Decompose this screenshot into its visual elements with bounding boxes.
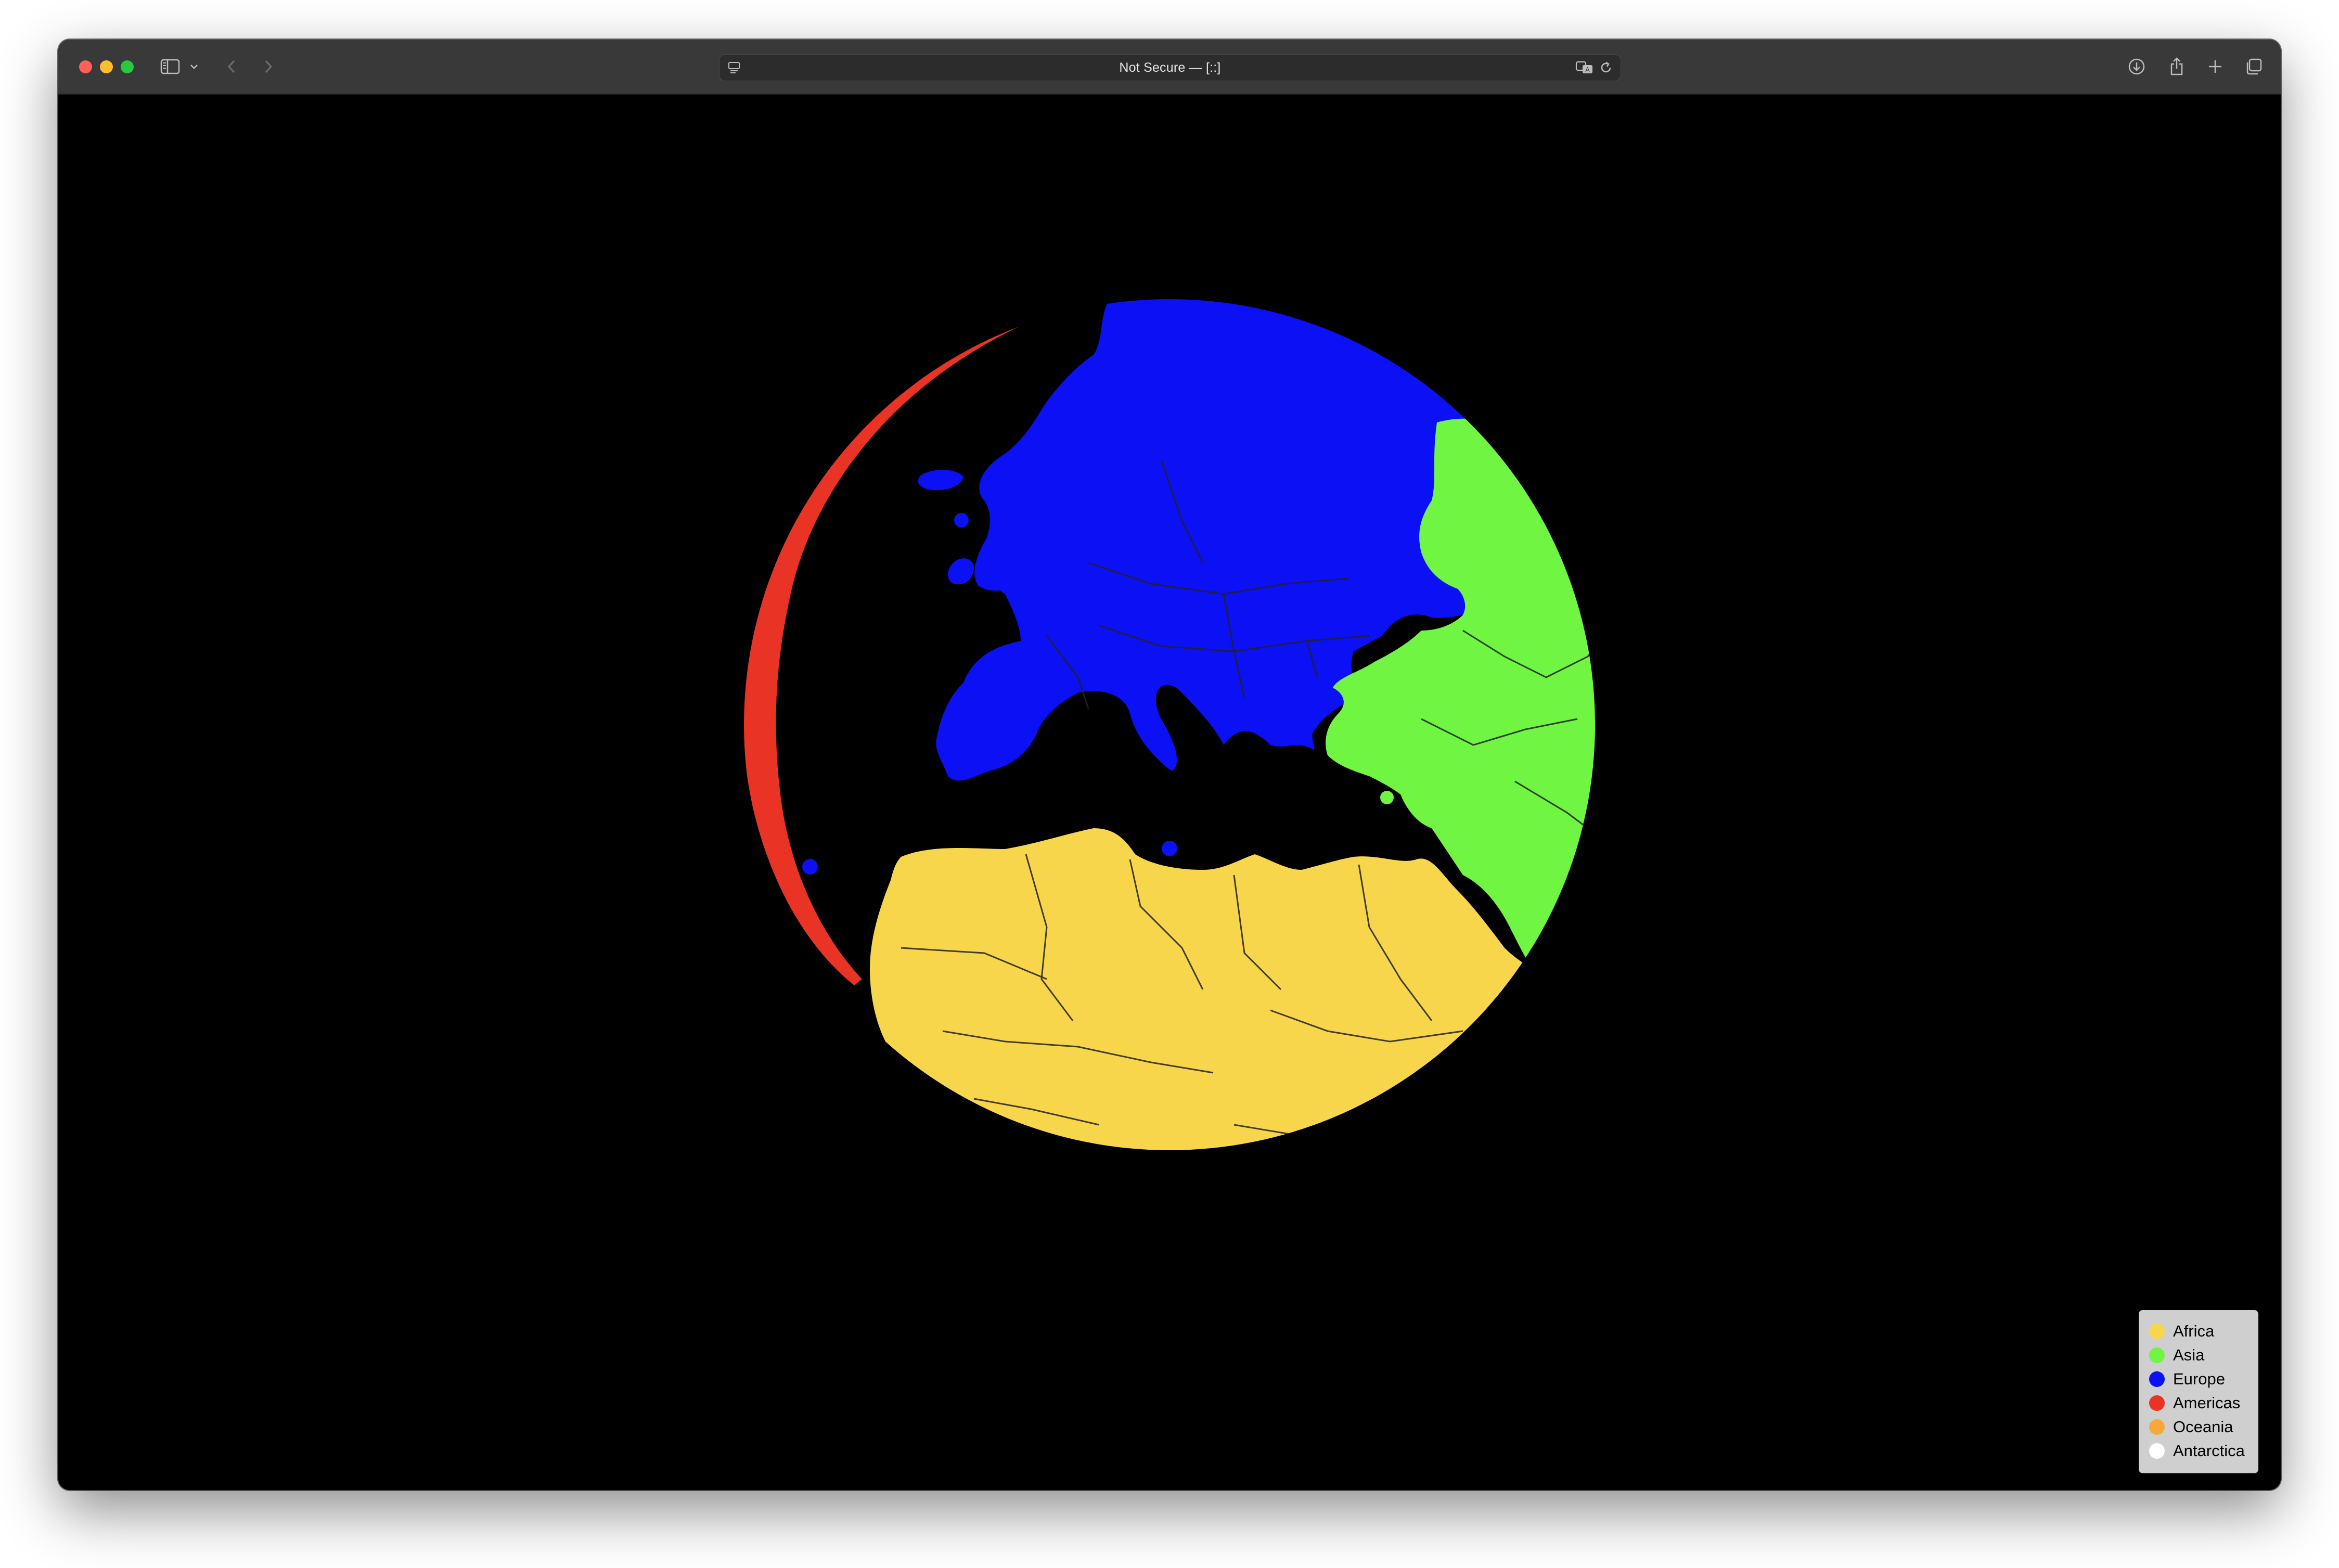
close-traffic-light[interactable] [79,60,92,73]
forward-arrow-icon[interactable] [261,53,276,80]
legend-label: Americas [2173,1394,2241,1412]
address-bar[interactable]: Not Secure — [::] A [719,54,1621,81]
oceania-swatch-icon [2149,1419,2165,1435]
minimize-traffic-light[interactable] [100,60,113,73]
legend-item-antarctica: Antarctica [2139,1439,2258,1463]
browser-window: Not Secure — [::] A Africa Asia Europe A… [58,40,2281,1490]
share-icon[interactable] [2165,53,2188,80]
africa-swatch-icon [2149,1323,2165,1339]
legend-label: Oceania [2173,1418,2233,1436]
legend-item-africa: Africa [2139,1319,2258,1343]
page-content: Africa Asia Europe Americas Oceania Anta… [58,95,2281,1490]
asia-swatch-icon [2149,1347,2165,1363]
legend-item-asia: Asia [2139,1343,2258,1367]
ireland-region[interactable] [947,558,974,585]
antarctica-swatch-icon [2149,1443,2165,1459]
iceland-region[interactable] [918,469,963,491]
download-icon[interactable] [2125,53,2148,80]
svg-text:A: A [1585,66,1590,73]
sidebar-icon[interactable] [159,53,182,80]
legend-item-europe: Europe [2139,1367,2258,1391]
back-arrow-icon[interactable] [224,53,239,80]
tabs-icon[interactable] [2242,53,2265,80]
chevron-down-icon[interactable] [188,53,200,80]
globe-map[interactable] [58,95,2281,1490]
legend-label: Asia [2173,1346,2205,1364]
legend-label: Africa [2173,1322,2215,1340]
legend-item-oceania: Oceania [2139,1415,2258,1439]
url-text[interactable]: Not Secure — [::] [719,55,1621,81]
legend-item-americas: Americas [2139,1391,2258,1415]
plus-icon[interactable] [2204,53,2227,80]
legend-label: Europe [2173,1370,2225,1388]
europe-swatch-icon [2149,1371,2165,1387]
browser-toolbar: Not Secure — [::] A [58,40,2281,95]
legend: Africa Asia Europe Americas Oceania Anta… [2139,1310,2258,1473]
reload-icon[interactable] [1597,55,1615,81]
legend-label: Antarctica [2173,1442,2245,1460]
americas-swatch-icon [2149,1395,2165,1411]
translate-icon[interactable]: A [1574,55,1596,81]
zoom-traffic-light[interactable] [121,60,134,73]
